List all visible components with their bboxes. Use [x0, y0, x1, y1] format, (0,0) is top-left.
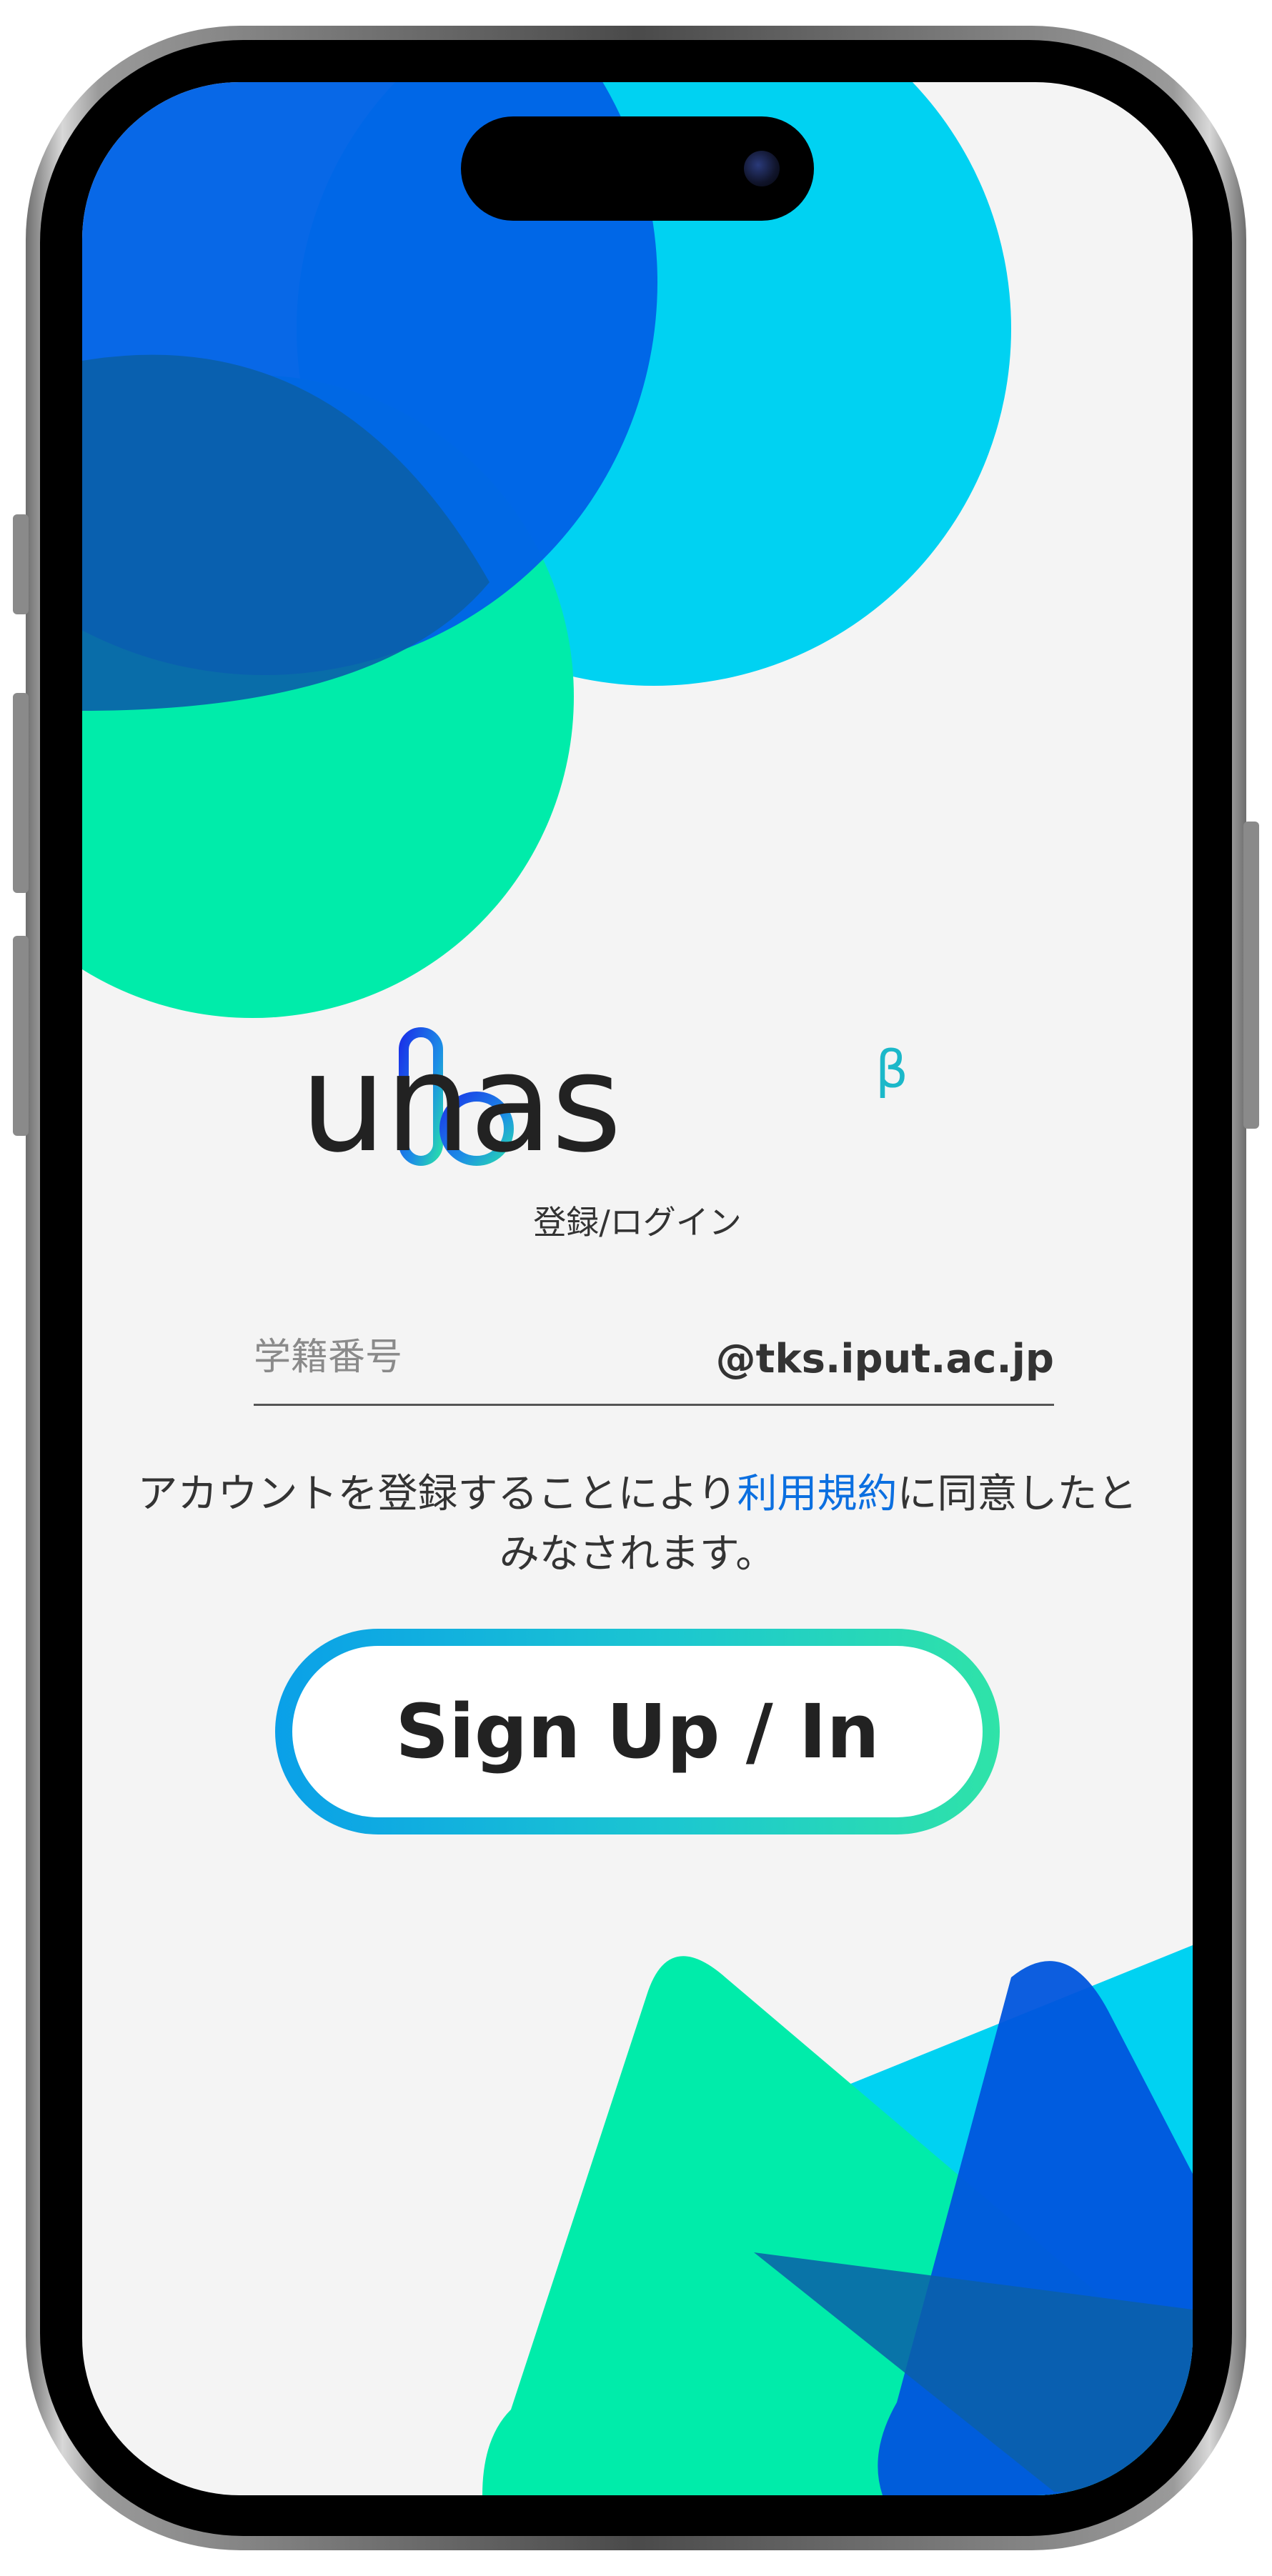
action-button	[13, 514, 29, 614]
app-screen: unas β 登録/ログイン @tks.iput.ac.jp アカウントを登録す…	[82, 82, 1193, 2495]
power-button	[1243, 822, 1259, 1129]
student-id-field: @tks.iput.ac.jp	[254, 1322, 1054, 1406]
student-id-input[interactable]	[254, 1322, 711, 1393]
background-shapes-bottom	[482, 1945, 1193, 2495]
page-subtitle: 登録/ログイン	[533, 1203, 742, 1242]
beta-badge: β	[875, 1039, 908, 1099]
front-camera	[744, 151, 780, 186]
background-shapes-top	[82, 82, 1011, 1018]
terms-of-service-link[interactable]: 利用規約	[737, 1471, 897, 1517]
terms-prefix: アカウントを登録することにより	[137, 1471, 737, 1517]
terms-notice: アカウントを登録することにより利用規約に同意したとみなされます。	[132, 1464, 1143, 1584]
dynamic-island	[461, 116, 814, 221]
volume-up-button	[13, 693, 29, 893]
sign-up-in-button[interactable]: Sign Up / In	[275, 1629, 1000, 1834]
email-domain-suffix: @tks.iput.ac.jp	[715, 1336, 1054, 1382]
sign-up-in-label: Sign Up / In	[292, 1646, 983, 1817]
app-name: unas	[300, 1024, 622, 1182]
volume-down-button	[13, 936, 29, 1136]
